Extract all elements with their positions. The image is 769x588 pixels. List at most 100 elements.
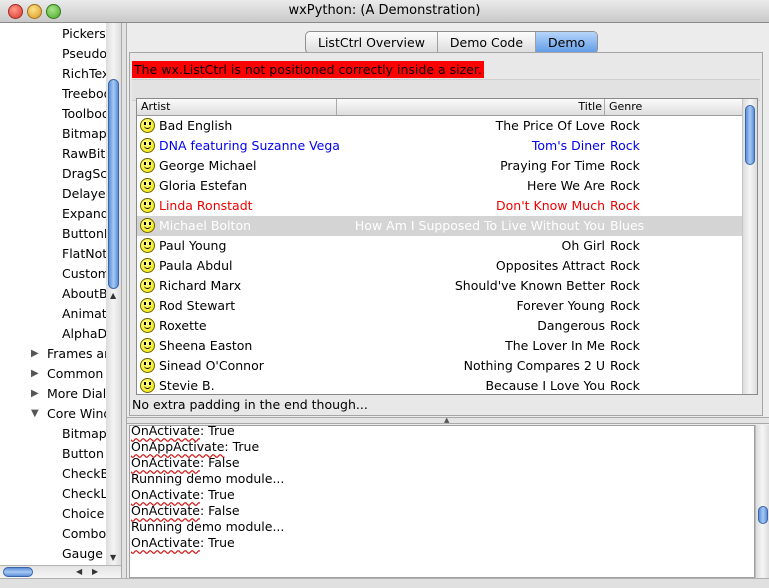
log-vertical-scrollbar[interactable] — [755, 425, 769, 578]
splitter-grip-icon[interactable]: ▲ — [444, 416, 449, 424]
tree-item[interactable]: Button — [62, 444, 104, 464]
window-title: wxPython: (A Demonstration) — [288, 3, 481, 18]
disclosure-collapsed-icon[interactable]: ▶ — [31, 384, 39, 404]
list-row[interactable]: Linda Ronstadt Don't Know Much Rock — [137, 196, 743, 216]
list-row[interactable]: DNA featuring Suzanne Vega Tom's Diner Roc… — [137, 136, 743, 156]
tree-item[interactable]: ▶ Frames and Dialogs — [31, 344, 106, 364]
list-cell-genre: Blues — [610, 218, 645, 233]
log-text-area[interactable]: OnActivate: True OnAppActivate: True OnAct… — [129, 425, 755, 578]
tree-item[interactable]: AlphaDrawing — [62, 324, 106, 344]
list-row[interactable]: Roxette Dangerous Rock — [137, 316, 743, 336]
disclosure-collapsed-icon[interactable]: ▶ — [31, 364, 39, 384]
tab-demo-code[interactable]: Demo Code — [438, 32, 537, 53]
smiley-icon — [140, 198, 155, 213]
log-text: Running demo module... — [131, 519, 285, 534]
tree-item-label: CheckBox — [62, 466, 106, 481]
smiley-icon — [140, 158, 155, 173]
tree-vertical-scrollbar[interactable]: ▲ ▼ — [106, 23, 121, 565]
log-line: OnAppActivate: True — [131, 439, 259, 455]
list-row[interactable]: Bad English The Price Of Love Rock — [137, 116, 743, 136]
tree-item-label: BitmapButton — [62, 426, 106, 441]
tab-listctrl-overview[interactable]: ListCtrl Overview — [306, 32, 438, 53]
list-row[interactable]: Sheena Easton The Lover In Me Rock — [137, 336, 743, 356]
tree-item[interactable]: FlatNotebook — [62, 244, 106, 264]
list-row[interactable]: Sinead O'Connor Nothing Compares 2 U Rock — [137, 356, 743, 376]
column-header-genre[interactable]: Genre — [609, 100, 642, 114]
tree-item[interactable]: ComboBox — [62, 524, 106, 544]
list-row[interactable]: George Michael Praying For Time Rock — [137, 156, 743, 176]
sizer-warning: The wx.ListCtrl is not positioned correc… — [132, 61, 484, 78]
column-divider[interactable] — [604, 99, 605, 115]
log-line: OnActivate: False — [131, 455, 240, 471]
tree-item[interactable]: AboutBox — [62, 284, 106, 304]
list-cell-title: The Lover In Me — [505, 338, 605, 353]
tree-item[interactable]: ExpandoTextCtrl — [62, 204, 106, 224]
tree-item[interactable]: CheckBox — [62, 464, 106, 484]
tree-item[interactable]: RawBitmapAccess — [62, 144, 106, 164]
log-event-name: OnActivate — [131, 503, 200, 518]
tree-item[interactable]: ▼ Core Windows/Controls — [31, 404, 106, 424]
smiley-icon — [140, 338, 155, 353]
tree-item[interactable]: Choice — [62, 504, 104, 524]
title-bar: wxPython: (A Demonstration) — [0, 0, 769, 23]
list-cell-title: The Price Of Love — [495, 118, 605, 133]
tree-item[interactable]: PseudoDC — [62, 44, 106, 64]
tree-item-label: DragScroller — [62, 166, 106, 181]
tree-item[interactable]: ▶ More Dialogs — [31, 384, 106, 404]
log-line: OnActivate: True — [131, 487, 235, 503]
tree-item[interactable]: BitmapButton — [62, 424, 106, 444]
list-row[interactable]: Paula Abdul Opposites Attract Rock — [137, 256, 743, 276]
log-event-name: OnActivate — [131, 487, 200, 502]
tree-item[interactable]: CustomTreeCtrl — [62, 264, 106, 284]
log-scroll-thumb[interactable] — [758, 506, 768, 524]
tree-item[interactable]: AnimateCtrl — [62, 304, 106, 324]
tree-item-label: Treebook — [62, 86, 106, 101]
list-vertical-scrollbar[interactable] — [742, 99, 757, 394]
list-row[interactable]: Paul Young Oh Girl Rock — [137, 236, 743, 256]
list-cell-genre: Rock — [610, 298, 640, 313]
vertical-splitter[interactable] — [121, 23, 127, 578]
list-row[interactable]: Gloria Estefan Here We Are Rock — [137, 176, 743, 196]
tree-item[interactable]: ▶ Common Dialogs — [31, 364, 106, 384]
smiley-icon — [140, 358, 155, 373]
smiley-icon — [140, 218, 155, 233]
tree-scroll-thumb[interactable] — [108, 79, 119, 289]
scroll-right-arrow-icon[interactable]: ▶ — [92, 567, 98, 576]
column-divider[interactable] — [336, 99, 337, 115]
tree-item[interactable]: DragScroller — [62, 164, 106, 184]
scroll-up-arrow-icon[interactable]: ▲ — [110, 291, 116, 300]
list-row[interactable]: Stevie B. Because I Love You Rock — [137, 376, 743, 394]
column-header-artist[interactable]: Artist — [141, 100, 170, 114]
list-ctrl[interactable]: Artist Title Genre Bad English The Price … — [136, 98, 758, 395]
tree-item[interactable]: Pickers — [62, 24, 106, 44]
tree-item[interactable]: Gauge — [62, 544, 103, 564]
list-scroll-thumb[interactable] — [745, 105, 755, 165]
tab-demo[interactable]: Demo — [536, 32, 598, 53]
disclosure-expanded-icon[interactable]: ▼ — [31, 404, 39, 424]
notebook-tabs: ListCtrl Overview Demo Code Demo — [305, 31, 599, 54]
tree-item-label: RawBitmapAccess — [62, 146, 106, 161]
tree-item[interactable]: CheckListBox — [62, 484, 106, 504]
scroll-left-arrow-icon[interactable]: ◀ — [76, 567, 82, 576]
tree-item[interactable]: Treebook — [62, 84, 106, 104]
demo-tree[interactable]: Pickers PseudoDC RichTextCtrl Treebook Toolb… — [0, 23, 106, 565]
tree-item[interactable]: BitmapButton — [62, 124, 106, 144]
tree-item[interactable]: ButtonPanel — [62, 224, 106, 244]
list-row[interactable]: Richard Marx Should've Known Better Rock — [137, 276, 743, 296]
tree-horizontal-scrollbar[interactable]: ◀ ▶ — [0, 565, 121, 579]
list-row-selected[interactable]: Michael Bolton How Am I Supposed To Live … — [137, 216, 743, 236]
tree-item[interactable]: RichTextCtrl — [62, 64, 106, 84]
list-cell-title: Here We Are — [526, 178, 605, 193]
list-row[interactable]: Rod Stewart Forever Young Rock — [137, 296, 743, 316]
tree-item-label: CustomTreeCtrl — [62, 266, 106, 281]
tree-hscroll-thumb[interactable] — [3, 567, 33, 577]
smiley-icon — [140, 318, 155, 333]
disclosure-collapsed-icon[interactable]: ▶ — [31, 344, 39, 364]
scroll-down-arrow-icon[interactable]: ▼ — [110, 553, 116, 562]
tree-item[interactable]: DelayedResult — [62, 184, 106, 204]
column-header-title[interactable]: Title — [578, 100, 602, 114]
list-cell-artist: Roxette — [159, 318, 207, 333]
list-cell-artist: DNA featuring Suzanne Vega — [159, 138, 340, 153]
list-cell-title: Forever Young — [516, 298, 605, 313]
tree-item[interactable]: Toolbook — [62, 104, 106, 124]
